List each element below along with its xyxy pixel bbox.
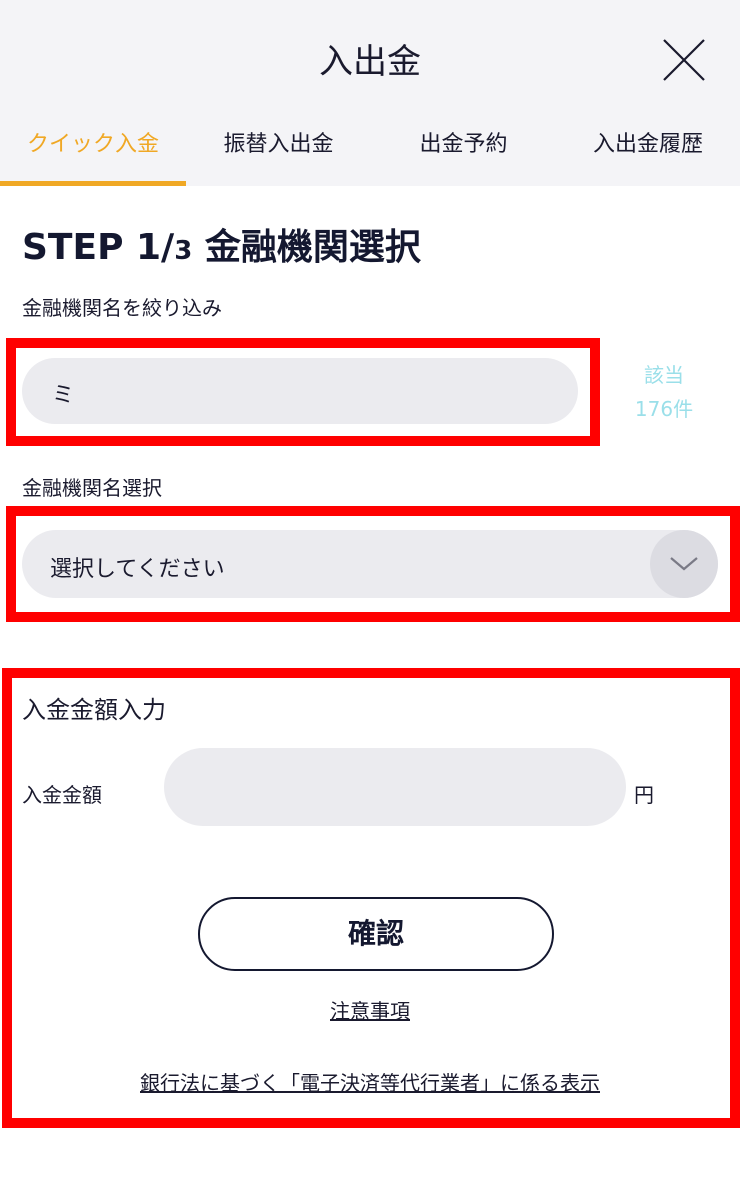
step-prefix: STEP 1/ [22,227,175,268]
match-count-value: 176件 [634,397,694,421]
page-title: 入出金 [319,42,421,82]
step-heading: STEP 1/3 金融機関選択 [22,218,421,270]
tab-bar: クイック入金 振替入出金 出金予約 入出金履歴 [0,112,740,186]
tab-transfer[interactable]: 振替入出金 [186,112,371,186]
tab-quick-deposit[interactable]: クイック入金 [0,112,186,186]
close-icon [663,39,705,81]
filter-label: 金融機関名を絞り込み [22,296,222,320]
highlight-filter [6,338,600,446]
highlight-amount-section [2,668,740,1128]
bank-select-label: 金融機関名選択 [22,476,162,500]
tab-withdrawal-reservation[interactable]: 出金予約 [371,112,556,186]
header-bar: 入出金 クイック入金 振替入出金 出金予約 入出金履歴 [0,0,740,186]
match-count-label: 該当 [644,363,684,387]
close-button[interactable] [658,34,710,86]
active-tab-indicator [0,181,186,186]
highlight-bank-select [6,506,740,622]
tab-history[interactable]: 入出金履歴 [556,112,740,186]
step-title: 金融機関選択 [204,227,421,268]
step-total: 3 [174,236,193,266]
